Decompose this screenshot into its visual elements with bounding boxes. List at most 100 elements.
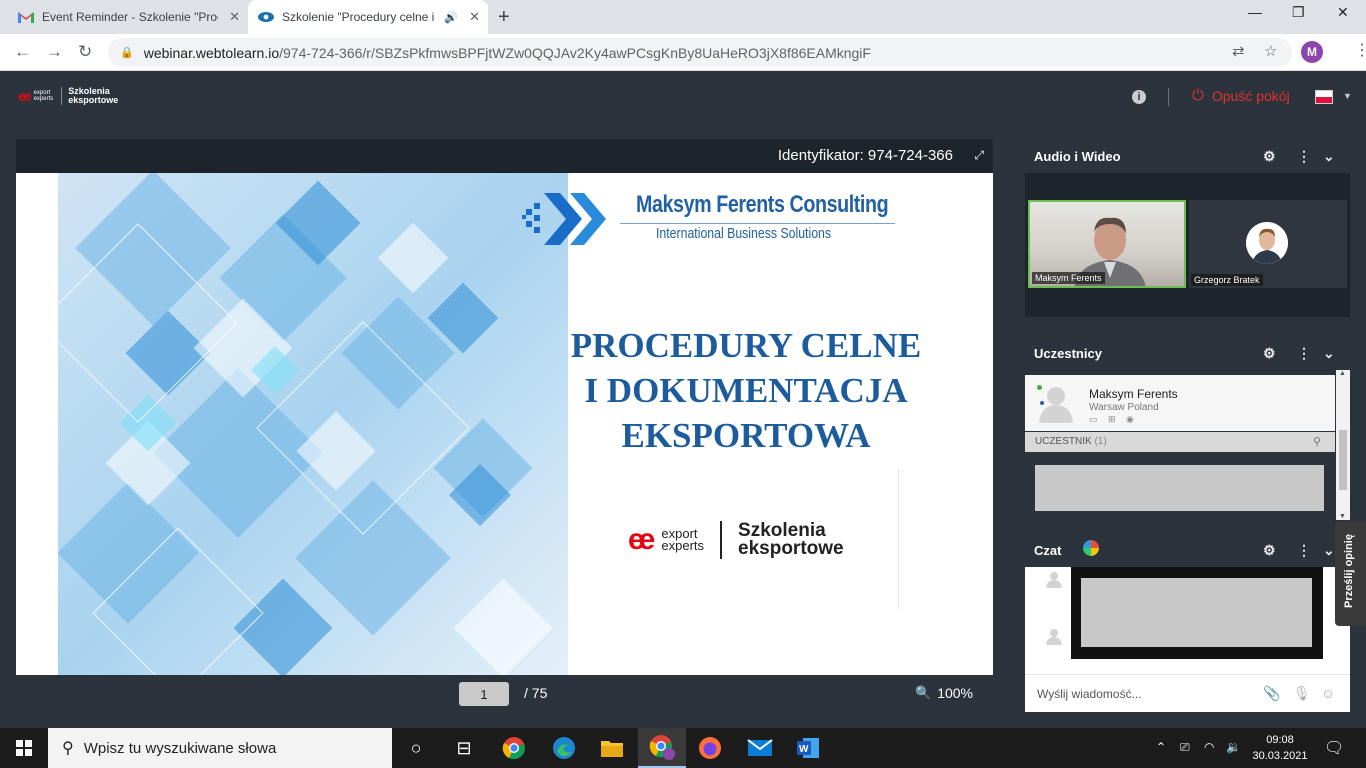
- close-icon[interactable]: ✕: [229, 9, 240, 25]
- presentation-controls: 1 / 75 🔍 100%: [16, 675, 993, 712]
- new-tab-icon[interactable]: +: [498, 6, 510, 29]
- app-header: ee export experts Szkolenia eksportowe i ⏻…: [0, 71, 1366, 123]
- profile-avatar[interactable]: M: [1301, 41, 1323, 63]
- brand-experts: experts: [33, 96, 54, 102]
- tab-szkolenie[interactable]: Szkolenie "Procedury celne i 🔊 ✕: [248, 0, 488, 34]
- windows-start-icon[interactable]: [16, 740, 32, 756]
- participants-panel: Uczestnicy ⚙ ⋮ ⌄ Maksym Ferents Warsaw P…: [1025, 336, 1350, 520]
- chrome-profile-icon[interactable]: [638, 728, 686, 768]
- tray-chevron-up-icon[interactable]: ⌃: [1156, 740, 1166, 754]
- company-tagline: International Business Solutions: [656, 225, 832, 242]
- pin-icon[interactable]: ⋮: [1297, 345, 1311, 362]
- fullscreen-icon[interactable]: ⤢: [974, 148, 984, 163]
- restore-icon[interactable]: ❐: [1292, 4, 1305, 21]
- avatar: [1046, 572, 1062, 588]
- pin-icon[interactable]: ⋮: [1297, 542, 1311, 559]
- list-item[interactable]: Maksym Ferents Warsaw Poland ▭ ⊞ ◉: [1025, 375, 1335, 431]
- participant-name: Maksym Ferents: [1089, 387, 1178, 401]
- close-icon[interactable]: ✕: [469, 9, 480, 25]
- zoom-control[interactable]: 🔍 100%: [915, 685, 973, 701]
- gear-icon[interactable]: ⚙: [1263, 542, 1276, 559]
- lock-icon[interactable]: 🔒: [120, 46, 134, 59]
- ee-logo-mark: ee: [18, 88, 32, 104]
- polish-flag-icon[interactable]: [1315, 90, 1333, 104]
- slide-footer-logo: ee export experts Szkolenia eksportowe: [628, 521, 844, 559]
- feedback-tab[interactable]: Prześlij opinię: [1335, 522, 1366, 626]
- speaker-icon[interactable]: 🔊: [444, 11, 458, 24]
- minimize-icon[interactable]: —: [1248, 4, 1262, 20]
- close-window-icon[interactable]: ✕: [1337, 4, 1349, 21]
- file-explorer-icon[interactable]: [588, 728, 636, 768]
- notification-icon[interactable]: 🗨: [1324, 738, 1344, 758]
- microphone-icon[interactable]: 🎙: [1293, 685, 1311, 702]
- gear-icon[interactable]: ⚙: [1263, 345, 1276, 362]
- zoom-icon: 🔍: [915, 685, 932, 700]
- webtolearn-icon: [258, 9, 274, 25]
- footer-eksportowe: eksportowe: [738, 538, 844, 559]
- word-icon[interactable]: W: [784, 728, 832, 768]
- footer-experts: experts: [661, 538, 705, 553]
- windows-taskbar: ⚲ Wpisz tu wyszukiwane słowa ○ ⊟ W ⌃ ⎚ ◠…: [0, 728, 1366, 768]
- scrollbar[interactable]: ▲ ▼: [1336, 370, 1350, 520]
- role-count: (1): [1094, 436, 1107, 447]
- info-icon[interactable]: i: [1132, 90, 1146, 104]
- video-tile[interactable]: Grzegorz Bratek: [1189, 200, 1347, 288]
- task-view-icon[interactable]: ⊟: [440, 728, 488, 768]
- video-tile[interactable]: Maksym Ferents: [1028, 200, 1186, 288]
- search-icon: ⚲: [62, 740, 74, 757]
- reload-icon[interactable]: ↻: [78, 42, 92, 62]
- tab-title: Szkolenie "Procedury celne i: [282, 10, 435, 24]
- power-icon: ⏻: [1192, 87, 1204, 104]
- cortana-icon[interactable]: ○: [392, 728, 440, 768]
- menu-kebab-icon[interactable]: ⋮: [1354, 40, 1366, 60]
- chevron-down-icon[interactable]: ⌄: [1323, 345, 1335, 362]
- chat-emblem-icon: [1083, 540, 1099, 556]
- company-name: Maksym Ferents Consulting: [636, 191, 889, 218]
- ee-logo-mark: ee: [628, 523, 655, 556]
- page-number-input[interactable]: 1: [459, 682, 509, 706]
- leave-room-button[interactable]: ⏻ Opuść pokój: [1192, 87, 1290, 104]
- clock-time: 09:08: [1266, 734, 1294, 746]
- slide-title-line: PROCEDURY CELNE: [570, 326, 922, 365]
- forward-icon[interactable]: →: [46, 42, 63, 62]
- system-clock[interactable]: 09:08 30.03.2021: [1250, 732, 1310, 764]
- chevron-down-icon[interactable]: ⌄: [1323, 148, 1335, 165]
- address-bar[interactable]: 🔒 webinar.webtolearn.io/974-724-366/r/SB…: [108, 38, 1292, 67]
- audio-video-panel: Audio i Wideo ⚙ ⋮ ⌄ Maksym Ferents Grzeg…: [1025, 139, 1350, 317]
- edge-icon[interactable]: [540, 728, 588, 768]
- brand-eksportowe: eksportowe: [68, 95, 119, 105]
- brand-logo: ee export experts Szkolenia eksportowe: [18, 87, 118, 105]
- chat-input-bar[interactable]: Wyślij wiadomość... 📎 🎙 ☺: [1025, 674, 1350, 712]
- taskbar-search[interactable]: ⚲ Wpisz tu wyszukiwane słowa: [48, 728, 392, 768]
- search-icon[interactable]: ⚲: [1313, 435, 1321, 448]
- pin-icon[interactable]: ⋮: [1297, 148, 1311, 165]
- chevron-down-icon[interactable]: ▼: [1343, 91, 1352, 101]
- back-icon[interactable]: ←: [14, 42, 31, 62]
- tab-event-reminder[interactable]: Event Reminder - Szkolenie "Proc ✕: [8, 0, 248, 34]
- video-tile-label: Maksym Ferents: [1032, 272, 1105, 284]
- search-placeholder: Wpisz tu wyszukiwane słowa: [83, 739, 277, 757]
- translate-icon[interactable]: ⇄: [1232, 42, 1245, 60]
- emoji-icon[interactable]: ☺: [1321, 685, 1335, 701]
- mail-icon[interactable]: [736, 728, 784, 768]
- tray-device-icon[interactable]: ⎚: [1180, 740, 1190, 755]
- feedback-label: Prześlij opinię: [1343, 534, 1355, 608]
- wifi-icon[interactable]: ◠: [1204, 740, 1214, 754]
- panel-title: Uczestnicy: [1034, 345, 1102, 361]
- redacted-chat-message: [1081, 578, 1312, 647]
- chat-panel: Czat ⚙ ⋮ ⌄ Wyślij wiadomość... 📎 🎙 ☺: [1025, 533, 1350, 712]
- gear-icon[interactable]: ⚙: [1263, 148, 1276, 165]
- presentation-panel: Identyfikator: 974-724-366 ⤢ Maksym Fere…: [16, 139, 993, 712]
- chevron-down-icon[interactable]: ⌄: [1323, 542, 1335, 559]
- chrome-icon[interactable]: [490, 728, 538, 768]
- slide-canvas: Maksym Ferents Consulting International …: [16, 173, 993, 675]
- paperclip-icon[interactable]: 📎: [1263, 685, 1280, 702]
- bookmark-star-icon[interactable]: ☆: [1264, 42, 1277, 60]
- volume-icon[interactable]: 🔉: [1226, 740, 1241, 754]
- role-group-header[interactable]: UCZESTNIK (1) ⚲: [1025, 432, 1335, 452]
- url-path: /974-724-366/r/SBZsPkfmwsBPFjtWZw0QQJAv2…: [279, 44, 871, 61]
- page-total: / 75: [524, 685, 548, 701]
- chat-input[interactable]: Wyślij wiadomość...: [1037, 687, 1142, 701]
- panel-title: Audio i Wideo: [1034, 148, 1121, 164]
- firefox-icon[interactable]: [686, 728, 734, 768]
